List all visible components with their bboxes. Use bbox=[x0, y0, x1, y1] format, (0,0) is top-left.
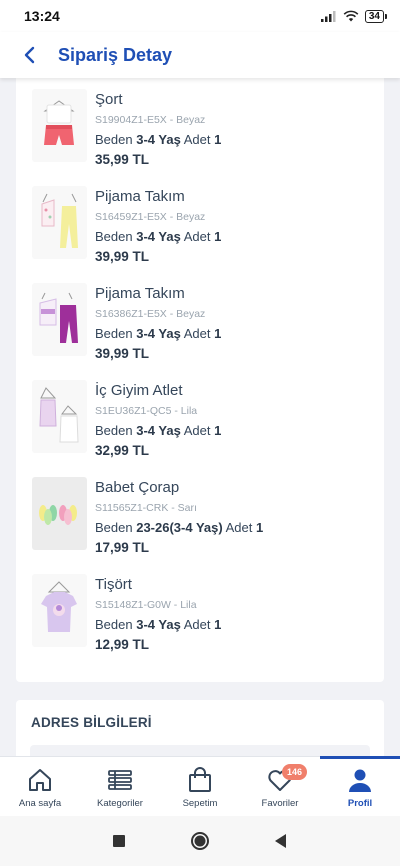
nav-home-label: Ana sayfa bbox=[18, 798, 62, 809]
back-triangle-icon[interactable] bbox=[274, 833, 288, 849]
chevron-left-icon bbox=[24, 46, 35, 64]
product-code: S19904Z1-E5X - Beyaz bbox=[95, 114, 206, 126]
nav-categories[interactable]: Kategoriler bbox=[80, 757, 160, 816]
product-price: 39,99 TL bbox=[95, 249, 150, 264]
product-image bbox=[32, 283, 87, 356]
back-button[interactable] bbox=[16, 41, 44, 69]
product-name: Pijama Takım bbox=[95, 188, 185, 205]
product-code: S16386Z1-E5X - Beyaz bbox=[95, 308, 206, 320]
order-item[interactable]: İç Giyim Atlet S1EU36Z1-QC5 - Lila Beden… bbox=[16, 369, 384, 466]
system-nav-bar bbox=[0, 816, 400, 866]
product-name: Babet Çorap bbox=[95, 479, 180, 496]
nav-favorites[interactable]: 146 Favoriler bbox=[240, 757, 320, 816]
product-name: Şort bbox=[95, 91, 123, 108]
product-image bbox=[32, 380, 87, 453]
bottom-nav: Ana sayfa Kategoriler Sepetim 146 Favori… bbox=[0, 756, 400, 816]
product-size-qty: Beden 3-4 Yaş Adet 1 bbox=[95, 617, 222, 632]
product-price: 39,99 TL bbox=[95, 346, 150, 361]
product-name: İç Giyim Atlet bbox=[95, 382, 183, 399]
order-item[interactable]: Şort S19904Z1-E5X - Beyaz Beden 3-4 Yaş … bbox=[16, 78, 384, 175]
status-time: 13:24 bbox=[24, 8, 60, 24]
nav-home[interactable]: Ana sayfa bbox=[0, 757, 80, 816]
home-button-icon[interactable] bbox=[190, 831, 210, 851]
order-item[interactable]: Pijama Takım S16386Z1-E5X - Beyaz Beden … bbox=[16, 272, 384, 369]
product-image bbox=[32, 89, 87, 162]
app-header: Sipariş Detay bbox=[0, 32, 400, 78]
nav-cart-label: Sepetim bbox=[182, 798, 218, 809]
page-title: Sipariş Detay bbox=[58, 44, 173, 65]
product-price: 12,99 TL bbox=[95, 637, 150, 652]
order-item[interactable]: Tişört S15148Z1-G0W - Lila Beden 3-4 Yaş… bbox=[16, 563, 384, 660]
order-item[interactable]: Pijama Takım S16459Z1-E5X - Beyaz Beden … bbox=[16, 175, 384, 272]
product-code: S11565Z1-CRK - Sarı bbox=[95, 502, 197, 514]
product-image bbox=[32, 477, 87, 550]
list-icon bbox=[108, 770, 132, 790]
product-size-qty: Beden 3-4 Yaş Adet 1 bbox=[95, 229, 222, 244]
address-section-title: ADRES BİLGİLERİ bbox=[31, 715, 152, 730]
status-icons: 34 bbox=[320, 9, 388, 23]
product-image bbox=[32, 186, 87, 259]
product-name: Pijama Takım bbox=[95, 285, 185, 302]
wifi-icon bbox=[343, 10, 359, 22]
nav-categories-label: Kategoriler bbox=[97, 798, 143, 809]
product-price: 32,99 TL bbox=[95, 443, 150, 458]
favorites-count-badge: 146 bbox=[282, 764, 308, 780]
nav-profile[interactable]: Profil bbox=[320, 756, 400, 816]
product-code: S16459Z1-E5X - Beyaz bbox=[95, 211, 206, 223]
product-image bbox=[32, 574, 87, 647]
order-item[interactable]: Babet Çorap S11565Z1-CRK - Sarı Beden 23… bbox=[16, 466, 384, 563]
product-name: Tişört bbox=[95, 576, 132, 593]
product-price: 35,99 TL bbox=[95, 152, 150, 167]
order-items-card: Şort S19904Z1-E5X - Beyaz Beden 3-4 Yaş … bbox=[16, 78, 384, 682]
product-size-qty: Beden 3-4 Yaş Adet 1 bbox=[95, 326, 222, 341]
product-price: 17,99 TL bbox=[95, 540, 150, 555]
product-code: S1EU36Z1-QC5 - Lila bbox=[95, 405, 198, 417]
recent-apps-icon[interactable] bbox=[112, 834, 126, 848]
signal-icon bbox=[320, 11, 336, 22]
home-icon bbox=[29, 769, 51, 791]
product-size-qty: Beden 23-26(3-4 Yaş) Adet 1 bbox=[95, 520, 264, 535]
nav-cart[interactable]: Sepetim bbox=[160, 757, 240, 816]
nav-favorites-label: Favoriler bbox=[261, 798, 299, 809]
product-size-qty: Beden 3-4 Yaş Adet 1 bbox=[95, 132, 222, 147]
user-icon bbox=[349, 769, 371, 792]
product-code: S15148Z1-G0W - Lila bbox=[95, 599, 197, 611]
battery-indicator: 34 bbox=[364, 9, 388, 23]
status-bar: 13:24 34 bbox=[0, 0, 400, 32]
product-size-qty: Beden 3-4 Yaş Adet 1 bbox=[95, 423, 222, 438]
nav-profile-label: Profil bbox=[347, 798, 373, 809]
shopping-bag-icon bbox=[189, 767, 211, 792]
